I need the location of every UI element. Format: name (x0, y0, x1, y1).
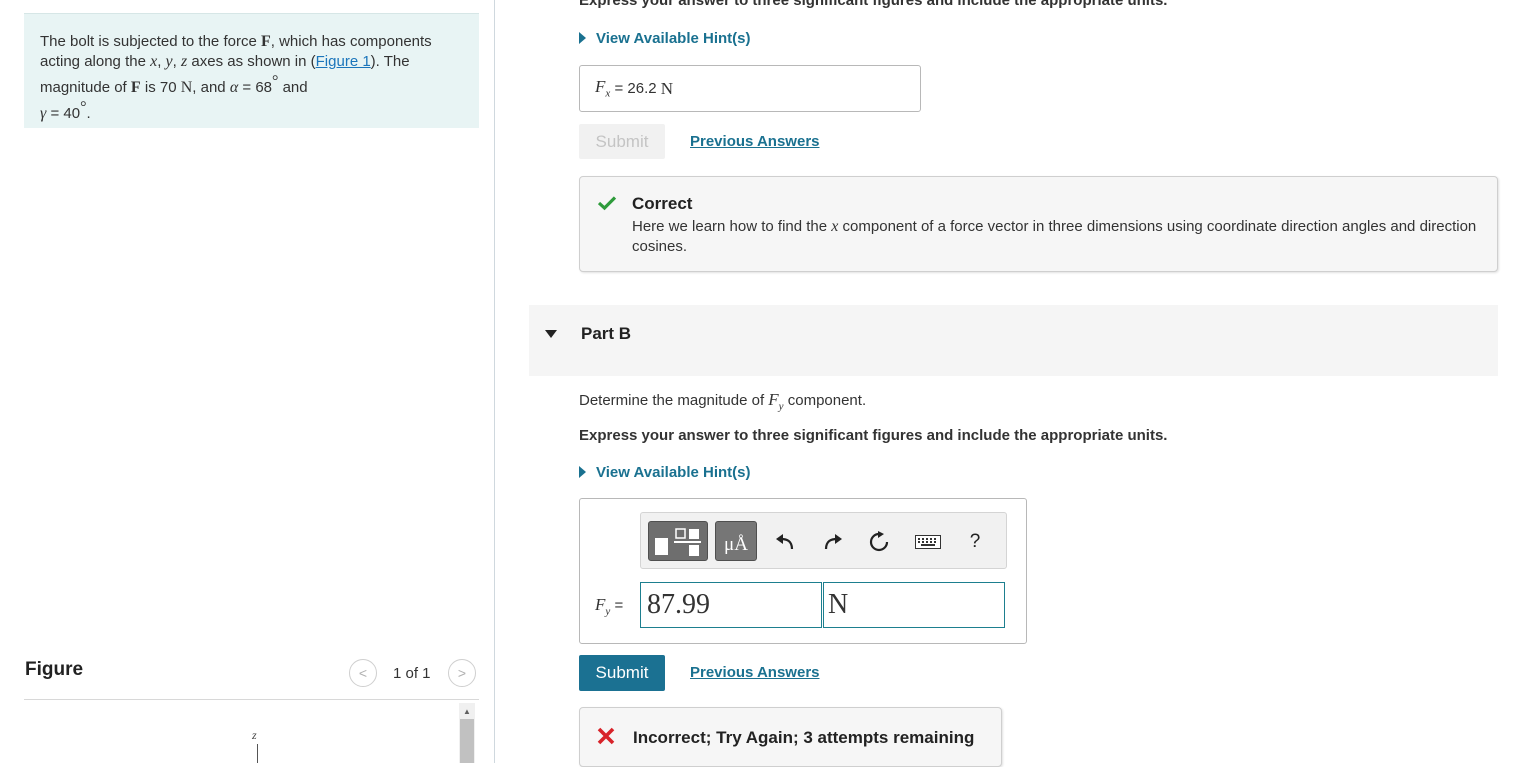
part-b-question: Determine the magnitude of Fy component. (579, 390, 867, 413)
unit-input[interactable]: N (823, 582, 1005, 628)
template-icon (655, 528, 701, 556)
part-b-previous-answers-link[interactable]: Previous Answers (690, 664, 820, 681)
x-icon (597, 727, 615, 745)
figure-heading: Figure (25, 659, 84, 680)
figure-axis-label: z (252, 728, 257, 742)
part-a-feedback-correct: Correct Here we learn how to find the x … (579, 176, 1498, 272)
template-button[interactable] (648, 521, 708, 561)
redo-icon (824, 534, 842, 550)
part-b-title: Part B (581, 324, 632, 343)
input-label: Fy = (595, 595, 624, 618)
figure-divider (24, 699, 479, 700)
check-icon (597, 196, 617, 211)
undo-icon (776, 534, 794, 550)
part-a-answer-display: Fx = 26.2 N (579, 65, 921, 112)
redo-button[interactable] (822, 531, 844, 553)
part-b-submit-button[interactable]: Submit (579, 655, 665, 691)
help-icon: ? (969, 531, 981, 552)
problem-statement: The bolt is subjected to the force F, wh… (24, 13, 479, 128)
caret-down-icon[interactable] (545, 330, 557, 338)
part-a-hints-toggle[interactable]: View Available Hint(s) (579, 30, 751, 47)
keyboard-icon (915, 535, 941, 549)
part-b-hints-toggle[interactable]: View Available Hint(s) (579, 464, 751, 481)
feedback-explanation: Here we learn how to find the x componen… (632, 218, 1477, 255)
units-icon: μÅ (724, 534, 748, 555)
panel-divider[interactable] (494, 0, 495, 763)
part-b-instruction: Express your answer to three significant… (579, 427, 1168, 444)
figure-axis-line (257, 744, 258, 763)
part-a-instruction: Express your answer to three significant… (579, 0, 1168, 9)
scroll-up-arrow-icon[interactable]: ▲ (460, 704, 474, 718)
part-a-previous-answers-link[interactable]: Previous Answers (690, 133, 820, 150)
help-button[interactable]: ? (964, 531, 986, 553)
figure-count: 1 of 1 (393, 665, 431, 682)
math-toolbar: μÅ ? (640, 512, 1007, 569)
part-a-submit-button[interactable]: Submit (579, 124, 665, 159)
keyboard-button[interactable] (914, 531, 942, 553)
value-input[interactable]: 87.99 (640, 582, 822, 628)
chevron-right-icon: > (457, 665, 467, 681)
part-b-header[interactable] (529, 305, 1498, 376)
answer-editor: μÅ ? Fy = 87.99 N (579, 498, 1027, 644)
reset-icon (869, 531, 889, 552)
figure-link[interactable]: Figure 1 (316, 53, 371, 70)
reset-button[interactable] (868, 531, 890, 553)
chevron-left-icon: < (358, 665, 368, 681)
figure-prev-button[interactable]: < (349, 659, 377, 687)
hint-triangle-icon (579, 32, 586, 44)
undo-button[interactable] (774, 531, 796, 553)
figure-scrollbar-thumb[interactable] (460, 719, 474, 763)
hint-triangle-icon (579, 466, 586, 478)
figure-next-button[interactable]: > (448, 659, 476, 687)
units-button[interactable]: μÅ (715, 521, 757, 561)
part-b-feedback-incorrect: Incorrect; Try Again; 3 attempts remaini… (579, 707, 1002, 767)
